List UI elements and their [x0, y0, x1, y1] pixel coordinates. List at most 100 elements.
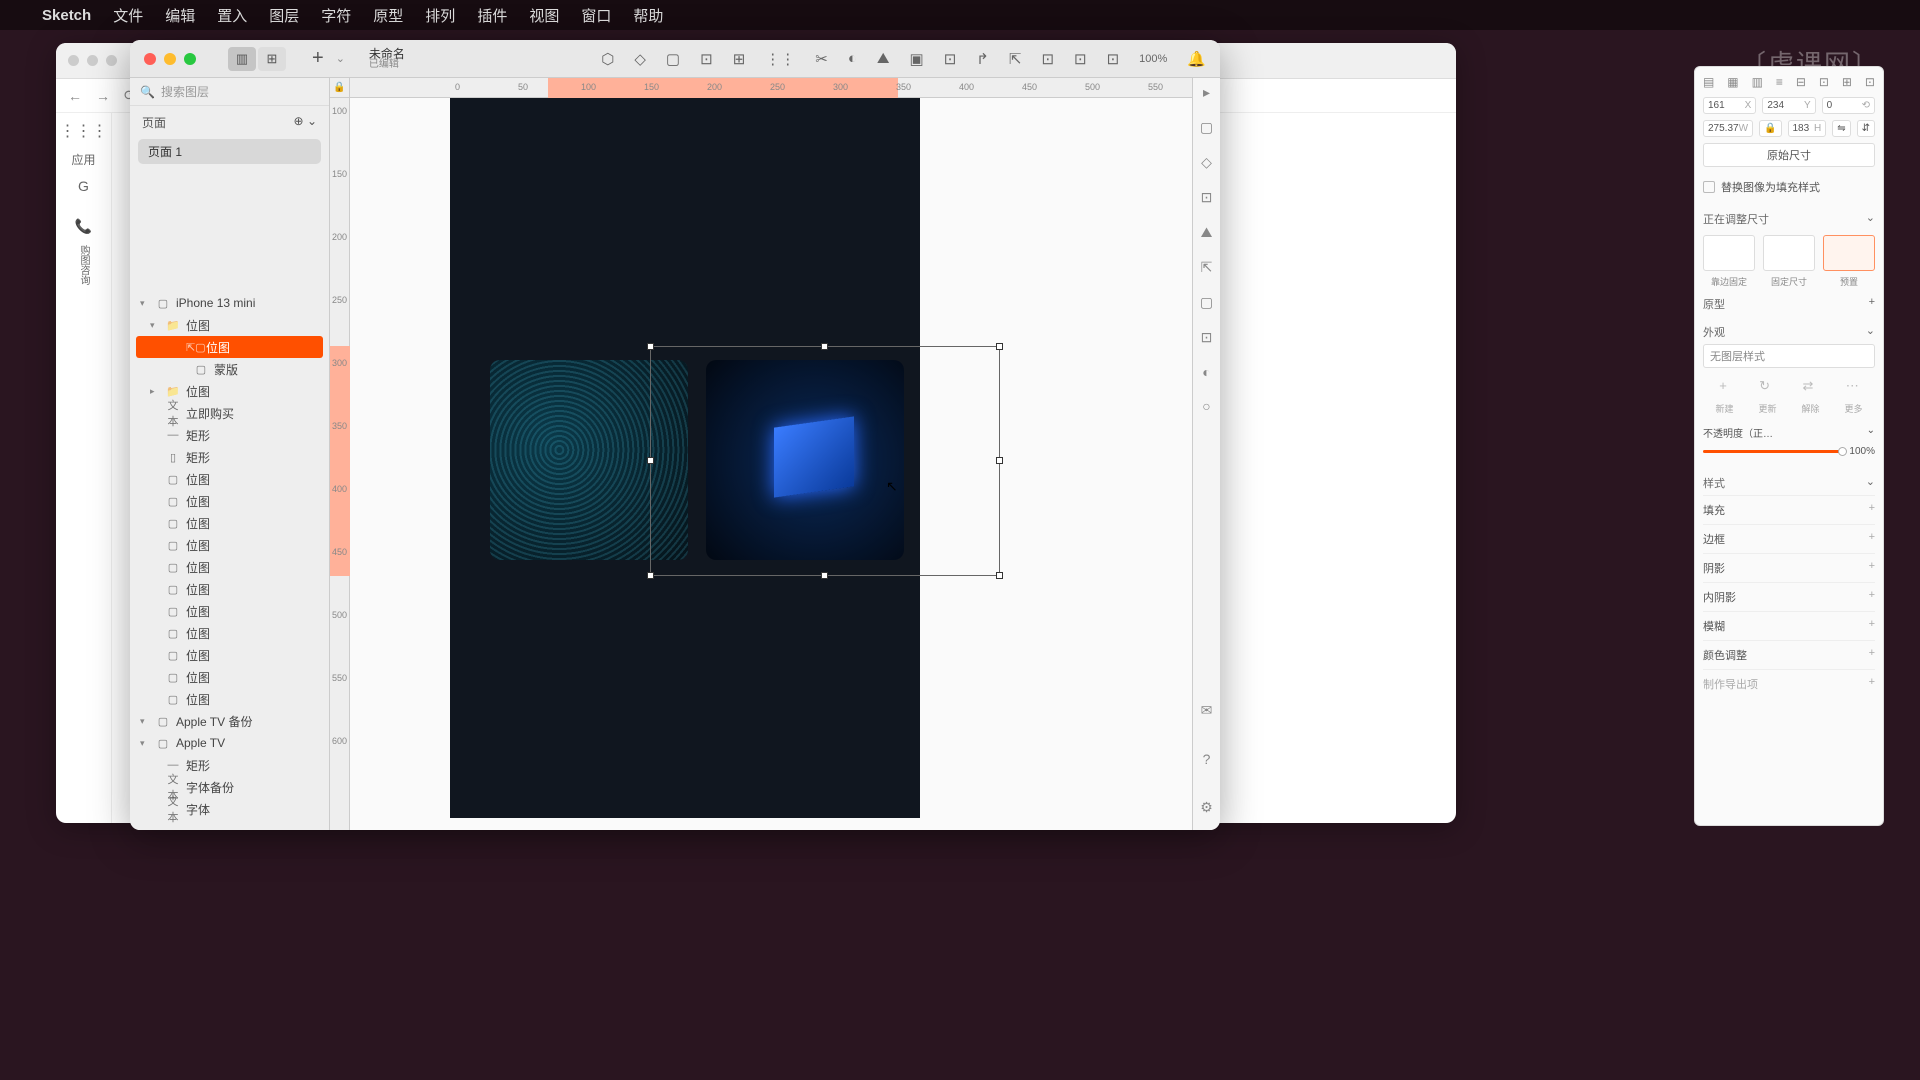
- layer-search[interactable]: 🔍 搜索图层: [130, 78, 329, 106]
- layer-row[interactable]: ▢位图: [130, 468, 329, 490]
- insert-button[interactable]: +: [312, 47, 324, 70]
- align-icon[interactable]: ⊟: [1796, 75, 1806, 89]
- rail-icon[interactable]: ⇱: [1201, 259, 1213, 276]
- style-property[interactable]: 填充+: [1703, 495, 1875, 524]
- rail-icon[interactable]: ⊡: [1201, 189, 1213, 206]
- tool-scissors-icon[interactable]: ✂: [815, 50, 828, 68]
- align-icon[interactable]: ⊡: [1819, 75, 1829, 89]
- menu-arrange[interactable]: 排列: [425, 5, 455, 26]
- layer-row[interactable]: ▢位图: [130, 644, 329, 666]
- tool-export-icon[interactable]: ⊡: [1107, 50, 1120, 68]
- canvas[interactable]: 🔒 050100150200250300350400450500550600 1…: [330, 78, 1192, 830]
- style-update-icon[interactable]: ↻: [1759, 378, 1770, 394]
- tool-cloud-icon[interactable]: ⊡: [1074, 50, 1087, 68]
- chevron-down-icon[interactable]: ⌄: [1866, 211, 1875, 227]
- rail-icon[interactable]: ?: [1203, 751, 1211, 767]
- rotation-field[interactable]: 0⟲: [1822, 97, 1875, 114]
- tool-mask-icon[interactable]: ◐: [848, 50, 857, 67]
- rail-icon[interactable]: ◇: [1201, 154, 1212, 171]
- app-name[interactable]: Sketch: [42, 7, 91, 24]
- layer-row[interactable]: ▢蒙版: [130, 358, 329, 380]
- sidebar-toggle-icon[interactable]: ▥: [228, 47, 256, 71]
- opacity-slider[interactable]: 100%: [1703, 446, 1875, 457]
- maximize-icon[interactable]: [184, 53, 196, 65]
- resize-pin-edges[interactable]: [1703, 235, 1755, 271]
- rail-icon[interactable]: ✉: [1201, 702, 1213, 719]
- layer-row[interactable]: ▢位图: [130, 512, 329, 534]
- layer-row[interactable]: ▾▢Apple TV 备份: [130, 710, 329, 732]
- tool-forward-icon[interactable]: ↱: [976, 50, 989, 68]
- y-field[interactable]: 234Y: [1762, 97, 1815, 114]
- style-more-icon[interactable]: ⋯: [1846, 378, 1859, 394]
- tool-diamond-icon[interactable]: ◇: [634, 50, 646, 68]
- minimize-icon[interactable]: [87, 55, 98, 66]
- layer-row[interactable]: ▸📁位图: [130, 380, 329, 402]
- layer-row[interactable]: 文本立即购买: [130, 402, 329, 424]
- layer-row[interactable]: ▢位图: [130, 490, 329, 512]
- layer-row[interactable]: ⇱▢位图: [136, 336, 323, 358]
- flip-v-icon[interactable]: ⇵: [1857, 120, 1875, 137]
- menu-file[interactable]: 文件: [113, 5, 143, 26]
- style-property[interactable]: 阴影+: [1703, 553, 1875, 582]
- layer-row[interactable]: ▢位图: [130, 534, 329, 556]
- grid-toggle-icon[interactable]: ⊞: [258, 47, 286, 71]
- resize-fixed-size[interactable]: [1763, 235, 1815, 271]
- rail-icon[interactable]: ◐: [1202, 364, 1210, 380]
- layer-row[interactable]: ▢位图: [130, 666, 329, 688]
- style-detach-icon[interactable]: ⇄: [1802, 378, 1813, 394]
- flip-h-icon[interactable]: ⇋: [1832, 120, 1850, 137]
- style-new-icon[interactable]: +: [1719, 378, 1727, 394]
- tool-rect-icon[interactable]: ▢: [666, 50, 680, 68]
- add-prototype-icon[interactable]: +: [1869, 296, 1875, 312]
- view-toggle[interactable]: ▥ ⊞: [228, 47, 286, 71]
- align-icon[interactable]: ⊡: [1865, 75, 1875, 89]
- x-field[interactable]: 161X: [1703, 97, 1756, 114]
- close-icon[interactable]: [68, 55, 79, 66]
- tool-union-icon[interactable]: ⊡: [944, 50, 957, 68]
- tool-preview-icon[interactable]: ⊡: [1041, 50, 1054, 68]
- align-icon[interactable]: ≡: [1776, 75, 1783, 89]
- width-field[interactable]: 275.37W: [1703, 120, 1753, 137]
- menu-insert[interactable]: 置入: [217, 5, 247, 26]
- original-size-button[interactable]: 原始尺寸: [1703, 143, 1875, 167]
- resize-preset[interactable]: [1823, 235, 1875, 271]
- add-export-icon[interactable]: +: [1869, 676, 1875, 692]
- notifications-icon[interactable]: 🔔: [1187, 50, 1206, 68]
- style-property[interactable]: 颜色调整+: [1703, 640, 1875, 669]
- lock-aspect-icon[interactable]: 🔒: [1759, 120, 1781, 137]
- align-icon[interactable]: ▥: [1752, 75, 1763, 89]
- height-field[interactable]: 183H: [1788, 120, 1827, 137]
- menu-text[interactable]: 字符: [321, 5, 351, 26]
- layer-row[interactable]: —矩形: [130, 754, 329, 776]
- layer-row[interactable]: ▾▢Apple TV: [130, 732, 329, 754]
- layer-row[interactable]: 文本字体: [130, 798, 329, 820]
- layer-row[interactable]: 文本字体备份: [130, 776, 329, 798]
- rail-icon[interactable]: ⊡: [1201, 329, 1213, 346]
- align-icon[interactable]: ▤: [1703, 75, 1714, 89]
- menu-window[interactable]: 窗口: [581, 5, 611, 26]
- align-icon[interactable]: ⊞: [1842, 75, 1852, 89]
- rail-icon[interactable]: ▢: [1200, 294, 1213, 311]
- layer-row[interactable]: ▾▢iPhone 13 mini: [130, 292, 329, 314]
- zoom-level[interactable]: 100%: [1139, 53, 1167, 65]
- maximize-icon[interactable]: [106, 55, 117, 66]
- tool-distribute-icon[interactable]: ⋮⋮: [765, 50, 795, 68]
- tool-create-symbol-icon[interactable]: ⊞: [733, 50, 746, 68]
- forward-icon[interactable]: →: [96, 88, 110, 104]
- add-page-icon[interactable]: ⊕: [294, 114, 304, 128]
- tool-symbol-icon[interactable]: ⊡: [700, 50, 713, 68]
- layer-row[interactable]: ▾📁位图: [130, 314, 329, 336]
- tool-image-icon[interactable]: ⛰: [877, 50, 890, 67]
- layer-row[interactable]: ▢位图: [130, 600, 329, 622]
- menu-help[interactable]: 帮助: [633, 5, 663, 26]
- back-icon[interactable]: ←: [68, 88, 82, 104]
- menu-plugins[interactable]: 插件: [477, 5, 507, 26]
- rail-icon[interactable]: ▢: [1200, 119, 1213, 136]
- minimize-icon[interactable]: [164, 53, 176, 65]
- page-item[interactable]: 页面 1: [138, 139, 321, 164]
- style-property[interactable]: 边框+: [1703, 524, 1875, 553]
- rail-icon[interactable]: ▸: [1203, 84, 1210, 101]
- style-property[interactable]: 模糊+: [1703, 611, 1875, 640]
- layer-row[interactable]: ▢位图: [130, 556, 329, 578]
- tool-hexagon-icon[interactable]: ⬡: [601, 50, 614, 68]
